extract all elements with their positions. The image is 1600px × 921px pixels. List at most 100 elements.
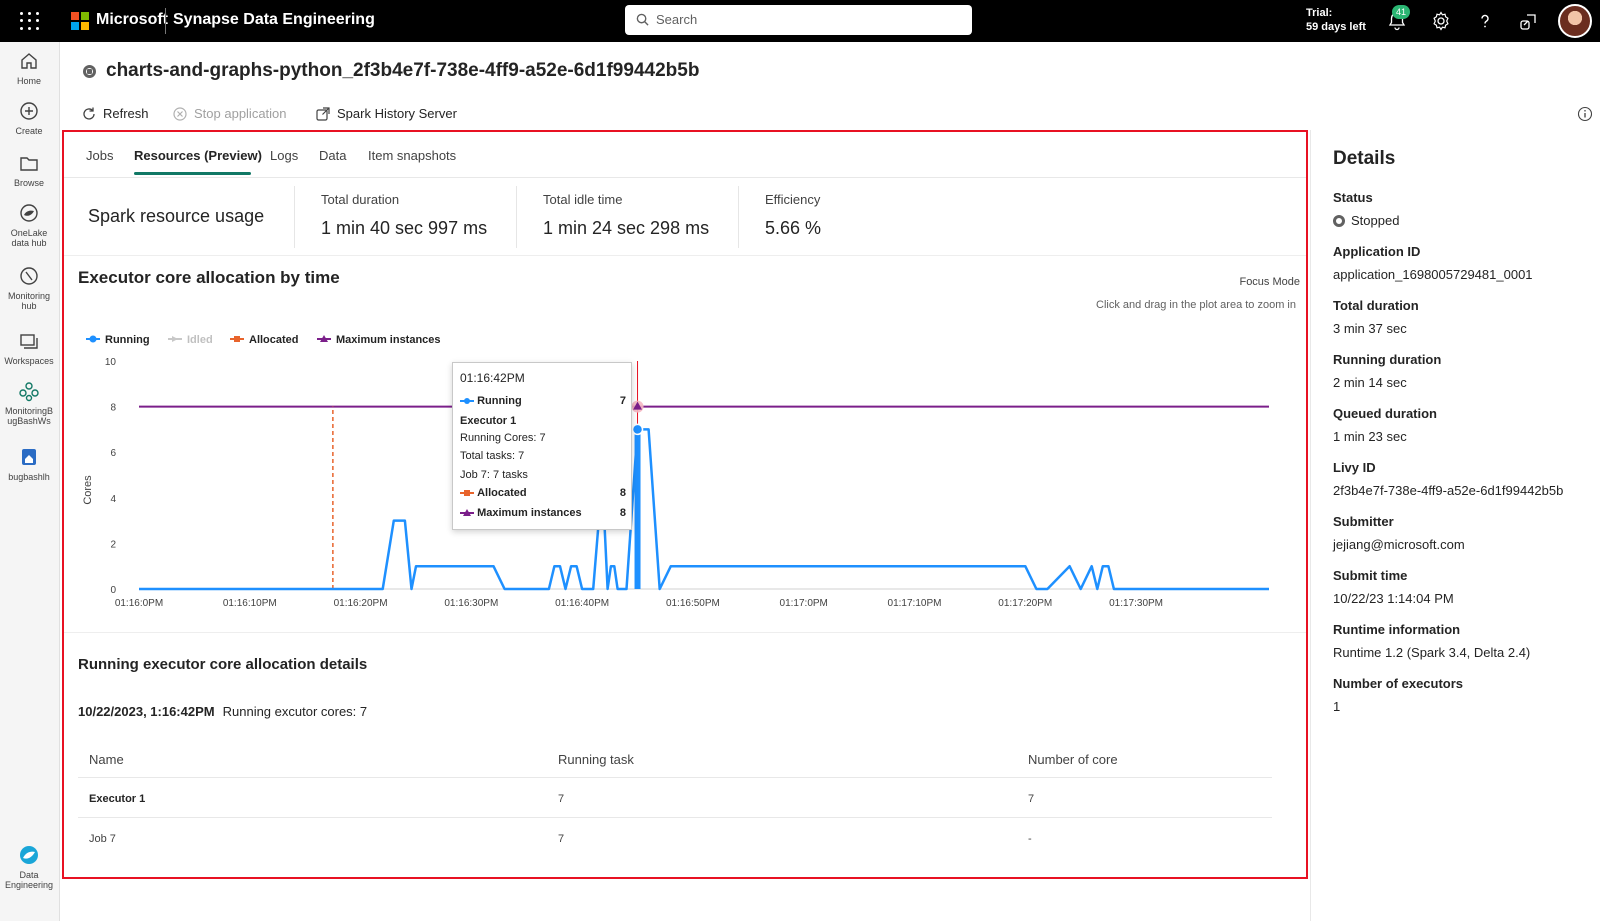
column-running-task: Running task [558,752,634,767]
status-value: Stopped [1351,213,1400,228]
detail-label: Status [1333,190,1373,205]
lakehouse-icon [22,449,36,465]
detail-label: Runtime information [1333,622,1461,637]
detail-value: jejiang@microsoft.com [1333,537,1465,552]
spark-resource-usage: Spark resource usage Total duration 1 mi… [64,178,1306,256]
running-cores-text: Running excutor cores: 7 [222,704,368,719]
left-nav-rail: Home Create Browse OneLake data hub Moni… [0,42,60,921]
hover-running-bar [634,429,641,589]
nav-monitoringbugbashws[interactable]: MonitoringB ugBashWs [0,380,58,426]
detail-value: Stopped [1333,213,1595,228]
spark-history-server-label: Spark History Server [337,106,457,121]
brand-name[interactable]: Microsoft [96,11,168,29]
efficiency-metric: Efficiency 5.66 % [738,186,821,248]
table-row[interactable]: Job 7 7 - [78,818,1272,858]
nav-create[interactable]: Create [0,100,58,136]
nav-bugbashlh-label: bugbashlh [8,472,50,482]
spark-history-server-button[interactable]: Spark History Server [316,106,457,121]
app-launcher-icon[interactable] [18,10,40,32]
refresh-button[interactable]: Refresh [83,106,149,121]
tab-jobs[interactable]: Jobs [86,148,113,163]
tab-resources[interactable]: Resources (Preview) [134,148,262,163]
table-header: Name Running task Number of core [78,738,1272,778]
total-duration-metric: Total duration 1 min 40 sec 997 ms [294,186,487,248]
detail-label: Application ID [1333,244,1421,259]
app-name[interactable]: Synapse Data Engineering [173,11,375,29]
folder-icon [20,157,38,171]
detail-label: Total duration [1333,298,1419,313]
workspace-people-icon [19,382,39,402]
nav-browse-label: Browse [13,178,44,188]
column-number-of-core: Number of core [1028,752,1118,767]
brand-divider [165,8,166,34]
tooltip-running-cores: Running Cores: 7 [460,432,546,444]
monitor-icon [20,267,38,285]
nav-onelake-label-2: data hub [11,238,47,248]
stop-application-button[interactable]: Stop application [173,106,287,121]
search-icon [636,13,649,26]
tooltip-allocated-label: Allocated [477,487,527,499]
detail-label: Submitter [1333,514,1394,529]
y-tick-label: 6 [110,448,116,459]
detail-status: Status Stopped [1333,190,1595,228]
detail-total-duration: Total duration 3 min 37 sec [1333,298,1595,336]
nav-onelake-data-hub[interactable]: OneLake data hub [0,202,58,248]
tab-data[interactable]: Data [319,148,346,163]
onelake-icon [20,204,38,222]
active-tab-indicator [134,172,251,175]
share-feedback-icon[interactable] [1518,10,1540,32]
help-icon[interactable] [1474,10,1496,32]
executor-table: Name Running task Number of core Executo… [78,738,1272,858]
executor-core-chart[interactable]: Running Idled Allocated Maximum instances 0 2… [64,322,1306,622]
x-tick-label: 01:16:50PM [666,598,720,609]
nav-bugbashlh[interactable]: bugbashlh [0,446,58,482]
tooltip-total-tasks: Total tasks: 7 [460,450,525,462]
info-icon[interactable] [1577,106,1593,122]
detail-queued-duration: Queued duration 1 min 23 sec [1333,406,1595,444]
detail-label: Livy ID [1333,460,1376,475]
details-pane: Details Status Stopped Application ID ap… [1310,130,1600,921]
legend-label: Idled [187,334,213,346]
running-marker-icon [460,398,474,404]
data-engineering-icon [20,846,38,864]
nav-workspaces[interactable]: Workspaces [0,330,58,366]
allocation-timestamp: 10/22/2023, 1:16:42PM [78,704,215,719]
x-tick-label: 01:16:30PM [444,598,498,609]
allocation-details-summary: 10/22/2023, 1:16:42PM Running excutor cor… [78,704,367,719]
trial-status[interactable]: Trial: 59 days left [1306,6,1366,34]
search-input[interactable]: Search [625,5,972,35]
legend-marker-idled [172,336,178,342]
detail-value: application_1698005729481_0001 [1333,267,1533,282]
tab-item-snapshots[interactable]: Item snapshots [368,148,456,163]
detail-label: Number of executors [1333,676,1464,691]
table-row[interactable]: Executor 1 7 7 [78,778,1272,818]
nav-browse[interactable]: Browse [0,152,58,188]
nav-data-engineering[interactable]: Data Engineering [0,844,58,890]
row-number-of-core: 7 [1028,793,1035,805]
tooltip-allocated-row: Allocated 8 [460,487,626,499]
y-tick-label: 10 [105,357,117,368]
trial-label: Trial: [1306,7,1333,19]
tooltip-running-label: Running [477,395,522,407]
tooltip-time: 01:16:42PM [460,371,525,385]
y-tick-label: 2 [110,539,116,550]
nav-home[interactable]: Home [0,50,58,86]
total-idle-value: 1 min 24 sec 298 ms [543,218,710,238]
gear-icon[interactable] [1430,10,1452,32]
hover-running-point [631,423,644,436]
user-avatar[interactable] [1558,4,1592,38]
legend-label: Maximum instances [336,334,441,346]
y-tick-label: 0 [110,585,116,596]
detail-value: 10/22/23 1:14:04 PM [1333,591,1454,606]
x-tick-label: 01:17:20PM [998,598,1052,609]
detail-running-duration: Running duration 2 min 14 sec [1333,352,1595,390]
focus-mode-toggle[interactable]: Focus Mode [1239,276,1300,288]
nav-monitoring-hub[interactable]: Monitoring hub [0,265,58,311]
tab-logs[interactable]: Logs [270,148,298,163]
legend-marker-allocated [234,336,240,342]
legend-label: Running [105,334,150,346]
efficiency-label: Efficiency [765,192,821,207]
refresh-label: Refresh [103,106,149,121]
y-tick-label: 8 [110,403,116,414]
detail-value: 2 min 14 sec [1333,375,1407,390]
